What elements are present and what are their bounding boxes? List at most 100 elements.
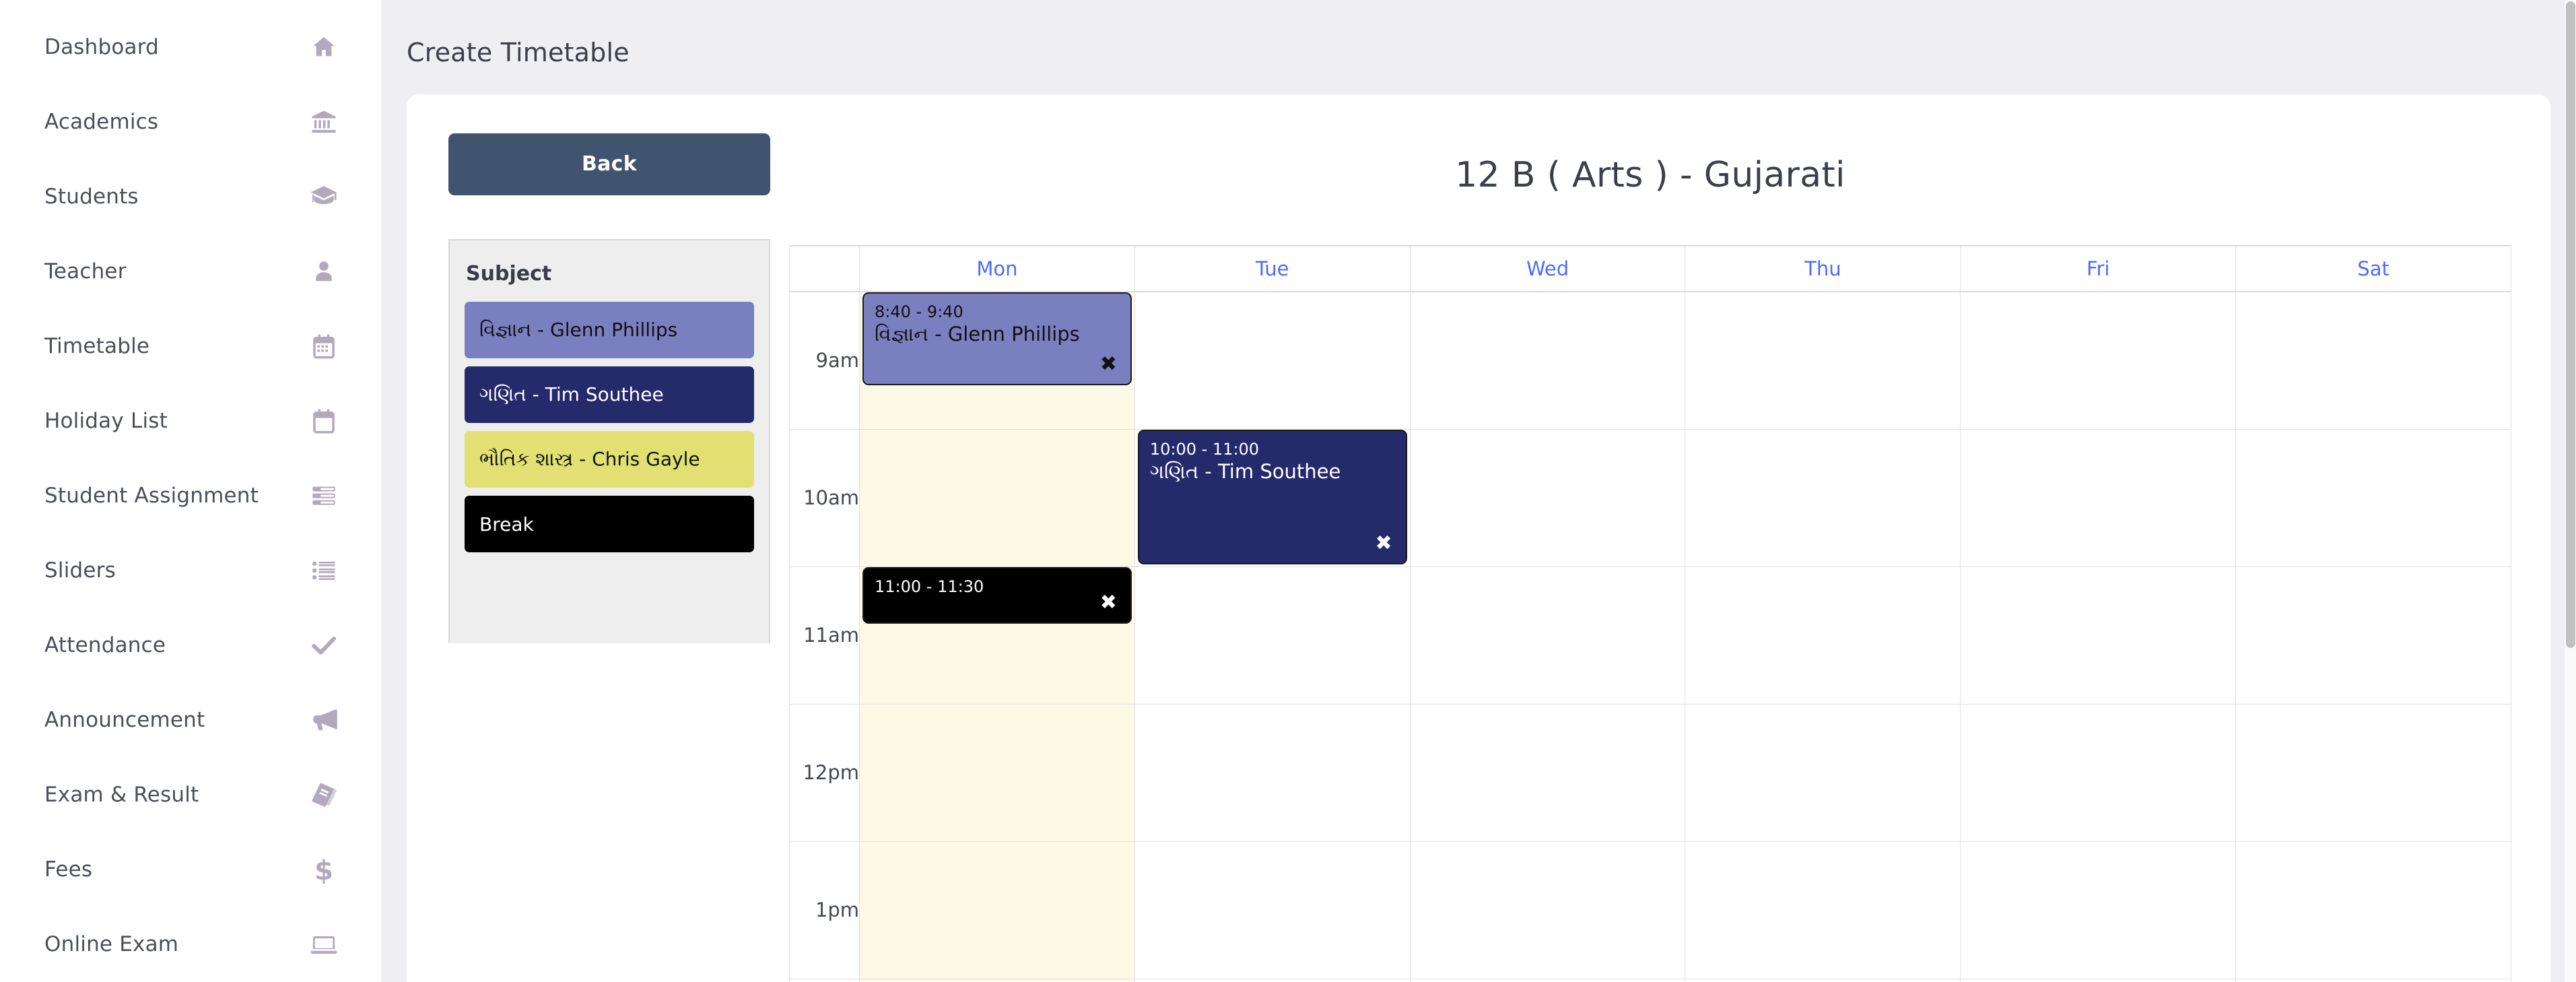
sidebar-item-student-assignment[interactable]: Student Assignment xyxy=(0,458,381,533)
calendar-check-icon xyxy=(309,406,339,436)
sidebar-item-label: Announcement xyxy=(44,707,205,732)
timetable-event[interactable]: 10:00 - 11:00 ગણિત - Tim Southee ✖ xyxy=(1137,429,1407,564)
main-content: Create Timetable Back Subject વિજ્ઞાન - … xyxy=(381,0,2576,982)
slot-sat-5[interactable] xyxy=(2235,978,2511,982)
event-remove-icon[interactable]: ✖ xyxy=(1376,533,1392,554)
timetable-row: 11am 11:00 - 11:30 ✖ xyxy=(789,566,2511,705)
timetable-event[interactable]: 8:40 - 9:40 વિજ્ઞાન - Glenn Phillips ✖ xyxy=(862,292,1132,385)
event-subject-label: ગણિત - Tim Southee xyxy=(1149,459,1341,483)
slot-mon-0[interactable]: 8:40 - 9:40 વિજ્ઞાન - Glenn Phillips ✖ xyxy=(859,291,1135,430)
slot-fri-3[interactable] xyxy=(1960,703,2237,842)
slot-mon-2[interactable]: 11:00 - 11:30 ✖ xyxy=(859,566,1135,705)
timetable-row xyxy=(789,978,2511,982)
slot-wed-5[interactable] xyxy=(1409,978,1686,982)
sidebar-item-label: Students xyxy=(44,184,139,209)
time-label: 9am xyxy=(789,291,860,430)
subject-chip[interactable]: ભૌતિક શાસ્ત્ર - Chris Gayle xyxy=(465,431,754,488)
subject-chip[interactable]: Break xyxy=(465,496,754,552)
subject-chip-label: ગણિત - Tim Southee xyxy=(479,383,664,405)
slot-mon-3[interactable] xyxy=(859,703,1135,842)
page-scrollbar[interactable] xyxy=(2564,0,2576,982)
slot-thu-1[interactable] xyxy=(1685,428,1961,567)
day-header-thu[interactable]: Thu xyxy=(1685,245,1961,292)
slot-mon-4[interactable] xyxy=(859,841,1135,979)
slot-wed-1[interactable] xyxy=(1409,428,1686,567)
sidebar-item-dashboard[interactable]: Dashboard xyxy=(0,9,381,84)
slot-wed-0[interactable] xyxy=(1409,291,1686,430)
laptop-icon xyxy=(309,929,339,959)
event-remove-icon[interactable]: ✖ xyxy=(1100,354,1117,374)
subject-chip-label: ભૌતિક શાસ્ત્ર - Chris Gayle xyxy=(479,448,700,470)
day-header-wed[interactable]: Wed xyxy=(1409,245,1686,292)
sidebar-item-attendance[interactable]: Attendance xyxy=(0,608,381,682)
slot-fri-1[interactable] xyxy=(1960,428,2237,567)
slot-thu-3[interactable] xyxy=(1685,703,1961,842)
slot-tue-5[interactable] xyxy=(1134,978,1411,982)
calendar-panel: 12 B ( Arts ) - Gujarati Mon Tue Wed Thu Fri… xyxy=(789,133,2550,982)
sidebar-item-label: Student Assignment xyxy=(44,483,259,508)
slot-mon-1[interactable] xyxy=(859,428,1135,567)
timetable-event[interactable]: 11:00 - 11:30 ✖ xyxy=(862,566,1132,624)
slot-thu-2[interactable] xyxy=(1685,566,1961,705)
slot-fri-0[interactable] xyxy=(1960,291,2237,430)
sidebar-item-teacher[interactable]: Teacher xyxy=(0,234,381,308)
slot-sat-0[interactable] xyxy=(2235,291,2511,430)
sidebar-item-timetable[interactable]: Timetable xyxy=(0,308,381,383)
day-header-fri[interactable]: Fri xyxy=(1960,245,2237,292)
slot-fri-2[interactable] xyxy=(1960,566,2237,705)
slot-wed-3[interactable] xyxy=(1409,703,1686,842)
subject-chip[interactable]: વિજ્ઞાન - Glenn Phillips xyxy=(465,302,754,358)
slot-thu-5[interactable] xyxy=(1685,978,1961,982)
day-header-sat[interactable]: Sat xyxy=(2235,245,2511,292)
subject-chip[interactable]: ગણિત - Tim Southee xyxy=(465,366,754,423)
subject-panel-title: Subject xyxy=(466,262,552,286)
slot-thu-0[interactable] xyxy=(1685,291,1961,430)
event-remove-icon[interactable]: ✖ xyxy=(1100,592,1117,613)
sidebar-item-label: Online Exam xyxy=(44,931,179,956)
sidebar-item-label: Attendance xyxy=(44,632,166,657)
sidebar-item-students[interactable]: Students xyxy=(0,159,381,234)
slot-sat-1[interactable] xyxy=(2235,428,2511,567)
day-header-tue[interactable]: Tue xyxy=(1134,245,1411,292)
timetable-head: Mon Tue Wed Thu Fri Sat xyxy=(789,245,2511,292)
slot-fri-4[interactable] xyxy=(1960,841,2237,979)
slot-tue-4[interactable] xyxy=(1134,841,1411,979)
sidebar-item-online-exam[interactable]: Online Exam xyxy=(0,907,381,981)
slot-sat-4[interactable] xyxy=(2235,841,2511,979)
sidebar-item-label: Holiday List xyxy=(44,408,168,433)
subject-chip-label: Break xyxy=(479,513,534,535)
slot-sat-2[interactable] xyxy=(2235,566,2511,705)
timetable-grid: Mon Tue Wed Thu Fri Sat 9am 8:40 - 9:40 વિજ્ઞાન… xyxy=(789,245,2511,982)
book-icon xyxy=(309,780,339,810)
back-button[interactable]: Back xyxy=(448,133,770,195)
slot-thu-4[interactable] xyxy=(1685,841,1961,979)
content-card: Back Subject વિજ્ઞાન - Glenn Phillips ગણિ… xyxy=(407,94,2550,982)
slot-sat-3[interactable] xyxy=(2235,703,2511,842)
slot-wed-4[interactable] xyxy=(1409,841,1686,979)
slot-mon-5[interactable] xyxy=(859,978,1135,982)
slot-tue-2[interactable] xyxy=(1134,566,1411,705)
event-time: 8:40 - 9:40 xyxy=(875,302,963,321)
day-header-mon[interactable]: Mon xyxy=(859,245,1135,292)
page-scrollbar-thumb[interactable] xyxy=(2566,1,2575,648)
home-icon xyxy=(309,32,339,62)
list-lines-icon xyxy=(309,481,339,511)
sidebar-item-exam-result[interactable]: Exam & Result xyxy=(0,757,381,832)
sidebar-item-sliders[interactable]: Sliders xyxy=(0,533,381,608)
sidebar-item-academics[interactable]: Academics xyxy=(0,84,381,159)
sidebar-item-label: Exam & Result xyxy=(44,782,199,807)
slot-tue-1[interactable]: 10:00 - 11:00 ગણિત - Tim Southee ✖ xyxy=(1134,428,1411,567)
time-label: 11am xyxy=(789,566,860,705)
slot-tue-3[interactable] xyxy=(1134,703,1411,842)
page-title: Create Timetable xyxy=(407,38,630,67)
sidebar-item-holiday-list[interactable]: Holiday List xyxy=(0,383,381,458)
slot-tue-0[interactable] xyxy=(1134,291,1411,430)
time-label xyxy=(789,978,860,982)
sidebar-item-announcement[interactable]: Announcement xyxy=(0,682,381,757)
calendar-title: 12 B ( Arts ) - Gujarati xyxy=(1455,155,1845,195)
sidebar-item-fees[interactable]: Fees $ xyxy=(0,832,381,907)
timetable-row: 1pm xyxy=(789,841,2511,979)
slot-fri-5[interactable] xyxy=(1960,978,2237,982)
slot-wed-2[interactable] xyxy=(1409,566,1686,705)
timetable-row: 9am 8:40 - 9:40 વિજ્ઞાન - Glenn Phillips ✖ xyxy=(789,291,2511,430)
